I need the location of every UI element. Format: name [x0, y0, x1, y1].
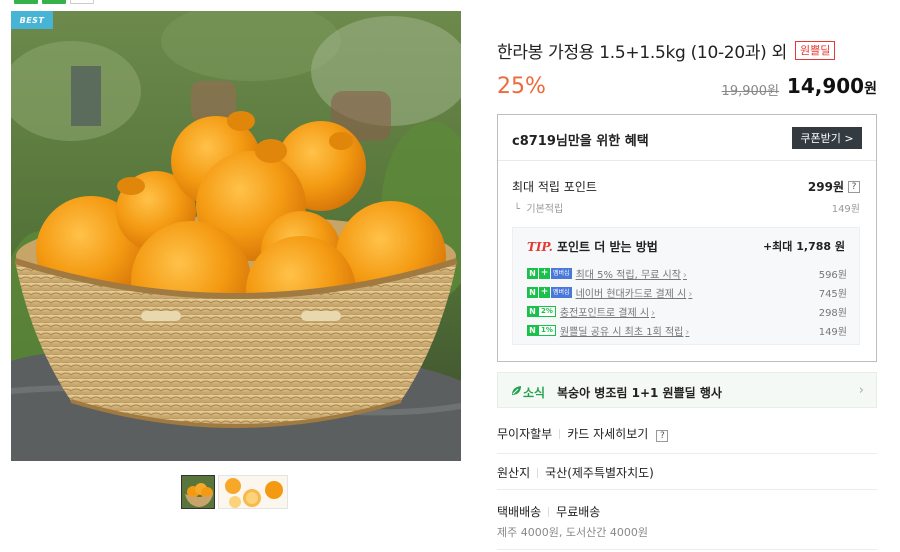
point-help-icon[interactable]: ? — [848, 180, 860, 193]
shipping-row: 택배배송 무료배송 제주 4000원, 도서산간 4000원 — [497, 490, 877, 550]
benefit-header: c8719님만을 위한 혜택 쿠폰받기 > — [498, 115, 876, 161]
max-point-value: 299원 ? — [808, 178, 860, 195]
plus-icon: + — [539, 268, 550, 279]
tip-box: TIP. 포인트 더 받는 방법 +최대 1,788 원 N + 멤버십 최대 5% … — [512, 227, 860, 345]
tip-row-label: 네이버 현대카드로 결제 시 — [575, 289, 687, 300]
percent-tag: 1% — [538, 325, 556, 336]
tip-row-amount: 298원 — [818, 308, 847, 319]
tip-row-amount: 149원 — [818, 327, 847, 338]
max-point-amount: 299원 — [807, 180, 844, 194]
tip-row-text[interactable]: 최대 5% 적립, 무료 시작 › — [576, 266, 687, 281]
thumbnail-basket[interactable] — [181, 475, 215, 509]
basic-point-value: 149원 — [831, 204, 860, 215]
orange-basket-photo — [11, 11, 461, 461]
tip-row-amount: 745원 — [818, 289, 847, 300]
card-detail-link[interactable]: 카드 자세히보기 — [567, 427, 648, 441]
membership-tag: 멤버십 — [551, 268, 572, 279]
price-row: 25% 19,900원 14,900원 — [497, 74, 877, 102]
origin-value: 국산(제주특별자치도) — [545, 466, 654, 480]
max-point-label: 최대 적립 포인트 — [512, 180, 597, 194]
tip-rows: N + 멤버십 최대 5% 적립, 무료 시작 › 596원 N + 멤버십 네이버 현대카드로 … — [527, 264, 847, 340]
divider — [537, 468, 539, 478]
plus-icon: + — [539, 287, 550, 298]
leaf-icon — [512, 386, 521, 395]
divider — [548, 507, 550, 517]
tip-total: +최대 1,788 원 — [762, 240, 845, 253]
tip-row-amount: 596원 — [818, 270, 847, 281]
divider — [559, 429, 561, 439]
npay-badge-icon: N + 멤버십 — [527, 287, 572, 298]
tip-word: TIP. — [527, 240, 553, 254]
npay-badge-icon: N 2% — [527, 306, 556, 317]
tip-row-label: 최대 5% 적립, 무료 시작 — [575, 270, 681, 281]
tip-title-text: 포인트 더 받는 방법 — [556, 240, 658, 254]
tip-title: TIP. 포인트 더 받는 방법 — [527, 238, 658, 255]
basic-point-label: └ 기본적립 — [514, 204, 564, 215]
tip-row[interactable]: N + 멤버십 최대 5% 적립, 무료 시작 › 596원 — [527, 264, 847, 283]
notice-label: 소식 — [523, 386, 546, 400]
chevron-right-icon: › — [651, 308, 656, 319]
best-badge: BEST — [11, 11, 53, 29]
notice-bar[interactable]: 소식 복숭아 병조림 1+1 원쁠딜 행사 › — [497, 372, 877, 408]
top-tab-white[interactable] — [70, 0, 94, 4]
tip-row-text[interactable]: 네이버 현대카드로 결제 시 › — [576, 285, 693, 300]
deal-badge: 원쁠딜 — [794, 41, 836, 60]
percent-tag: 2% — [538, 306, 556, 317]
thumbnail-strip — [181, 475, 288, 509]
installment-key: 무이자할부 — [497, 427, 553, 441]
shipping-value: 무료배송 — [556, 505, 601, 519]
origin-row: 원산지 국산(제주특별자치도) — [497, 454, 877, 490]
membership-tag: 멤버십 — [551, 287, 572, 298]
thumbnail-basket-image — [182, 476, 214, 508]
chevron-right-icon: › — [685, 327, 690, 338]
installment-row: 무이자할부 카드 자세히보기 ? — [497, 418, 877, 454]
npay-badge-icon: N + 멤버십 — [527, 268, 572, 279]
tip-row[interactable]: N 1% 원쁠딜 공유 시 최초 1회 적립 › 149원 — [527, 321, 847, 340]
top-tab-green-1[interactable] — [14, 0, 38, 4]
tip-row-text[interactable]: 원쁠딜 공유 시 최초 1회 적립 › — [560, 323, 689, 338]
sale-price-unit: 원 — [864, 81, 877, 97]
origin-key: 원산지 — [497, 466, 531, 480]
benefit-box: c8719님만을 위한 혜택 쿠폰받기 > 최대 적립 포인트 299원 ? └… — [497, 114, 877, 362]
npay-n-icon: N — [527, 325, 538, 336]
notice-text: 복숭아 병조림 1+1 원쁠딜 행사 — [557, 386, 722, 400]
basic-point-label-text: 기본적립 — [526, 204, 564, 215]
thumbnail-cut-fruit-image — [219, 476, 287, 508]
chevron-right-icon: › — [858, 383, 864, 398]
chevron-right-icon: › — [688, 289, 693, 300]
shipping-key: 택배배송 — [497, 505, 542, 519]
benefit-user-text: c8719님만을 위한 혜택 — [512, 134, 649, 149]
npay-badge-icon: N 1% — [527, 325, 556, 336]
tip-row[interactable]: N 2% 충전포인트로 결제 시 › 298원 — [527, 302, 847, 321]
product-title-row: 한라봉 가정용 1.5+1.5kg (10-20과) 외 원쁠딜 — [497, 38, 836, 63]
chevron-right-icon: › — [682, 270, 687, 281]
sale-price: 14,900원 — [787, 74, 877, 98]
tip-row-text[interactable]: 충전포인트로 결제 시 › — [560, 304, 655, 319]
npay-n-icon: N — [527, 287, 538, 298]
tip-row-label: 충전포인트로 결제 시 — [559, 308, 650, 319]
discount-rate: 25% — [497, 74, 546, 99]
top-tab-strip — [14, 0, 94, 4]
coupon-button[interactable]: 쿠폰받기 > — [792, 127, 862, 149]
tip-row[interactable]: N + 멤버십 네이버 현대카드로 결제 시 › 745원 — [527, 283, 847, 302]
npay-n-icon: N — [527, 268, 538, 279]
thumbnail-cut-fruit[interactable] — [218, 475, 288, 509]
card-help-icon[interactable]: ? — [656, 430, 669, 442]
product-title: 한라봉 가정용 1.5+1.5kg (10-20과) 외 — [497, 43, 787, 63]
original-price: 19,900원 — [721, 84, 779, 99]
top-tab-green-2[interactable] — [42, 0, 66, 4]
product-main-image[interactable] — [11, 11, 461, 461]
tip-row-label: 원쁠딜 공유 시 최초 1회 적립 — [559, 327, 684, 338]
sale-price-amount: 14,900 — [786, 74, 865, 98]
npay-n-icon: N — [527, 306, 538, 317]
shipping-extra-fee: 제주 4000원, 도서산간 4000원 — [497, 526, 648, 539]
